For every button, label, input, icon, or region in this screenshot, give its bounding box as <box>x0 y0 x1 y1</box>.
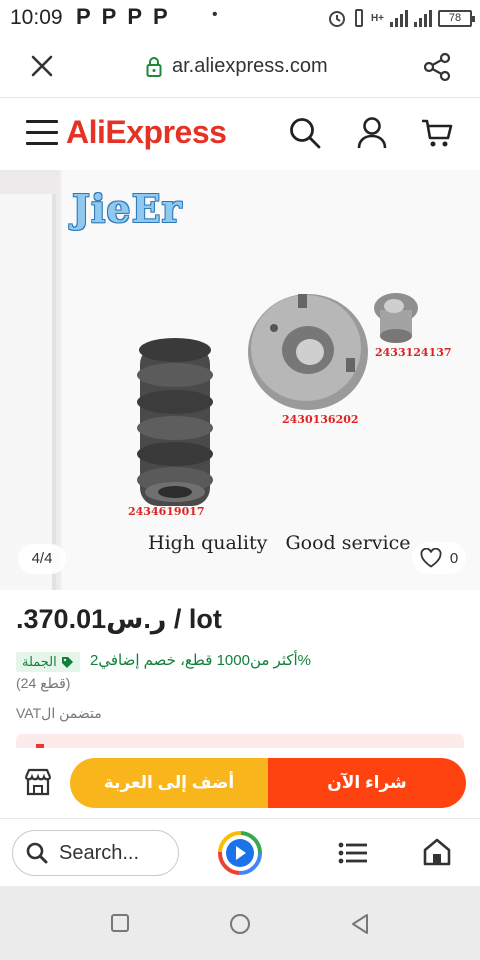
image-tagline: High quality Good service <box>148 532 411 554</box>
search-icon[interactable] <box>288 116 322 150</box>
url-bar: ar.aliexpress.com <box>0 36 480 98</box>
purchase-buttons: أضف إلى العربة شراء الآن <box>70 758 466 808</box>
bulk-discount-text: %أكثر من1000 قطع، خصم إضافي2 <box>90 652 312 669</box>
home-button-icon[interactable] <box>229 913 251 935</box>
search-label: Search... <box>59 841 140 864</box>
cart-icon[interactable] <box>420 116 454 150</box>
vat-note: VATمتضمن ال <box>16 705 102 721</box>
previous-slide[interactable] <box>0 170 60 590</box>
valve-part <box>374 293 418 343</box>
site-header: AliExpress <box>0 98 480 168</box>
signal-2-icon <box>414 9 432 27</box>
status-bar: 10:09 PPPP • H+ 78 <box>0 0 480 36</box>
product-price: .ر.س370.01 / lot <box>16 604 222 634</box>
search-icon <box>26 842 48 864</box>
recents-icon[interactable] <box>110 913 130 933</box>
heart-icon <box>420 548 442 568</box>
home-icon[interactable] <box>422 837 452 867</box>
store-icon[interactable] <box>22 766 54 798</box>
spring-part <box>137 338 213 506</box>
back-icon[interactable] <box>350 913 370 935</box>
browser-toolbar: Search... <box>0 818 480 886</box>
product-photo <box>137 293 418 506</box>
android-nav-bar <box>0 886 480 960</box>
coupon-banner-peek <box>16 734 464 748</box>
part-number-spring: 2434619017 <box>128 505 205 518</box>
favorite-button[interactable]: 0 <box>412 542 466 574</box>
add-to-cart-button[interactable]: أضف إلى العربة <box>70 758 268 808</box>
status-time: 10:09 <box>10 6 63 29</box>
vibrate-icon <box>354 9 363 27</box>
notification-icons: PPPP <box>76 4 179 29</box>
product-image[interactable] <box>62 170 480 590</box>
lock-icon <box>146 57 162 77</box>
signal-icon <box>390 9 408 27</box>
part-number-valve: 2433124137 <box>375 346 452 359</box>
network-type: H+ <box>370 12 384 24</box>
aliexpress-logo[interactable]: AliExpress <box>66 114 227 151</box>
close-icon[interactable] <box>28 52 56 80</box>
wholesale-badge: الجملة <box>16 652 80 672</box>
part-number-disc: 2430136202 <box>282 413 359 426</box>
buy-now-button[interactable]: شراء الآن <box>268 758 466 808</box>
browser-search-button[interactable]: Search... <box>12 830 179 876</box>
share-icon[interactable] <box>422 52 452 82</box>
pieces-per-lot: (قطع 24) <box>16 675 71 691</box>
list-icon[interactable] <box>338 842 368 864</box>
alarm-icon <box>328 11 345 27</box>
image-counter: 4/4 <box>18 544 66 574</box>
tag-icon <box>61 656 73 668</box>
brand-watermark: JieEr <box>72 186 183 231</box>
play-icon[interactable] <box>216 829 264 877</box>
favorites-count: 0 <box>449 549 459 567</box>
action-bar: أضف إلى العربة شراء الآن <box>0 748 480 818</box>
status-indicators: H+ 78 <box>327 8 475 28</box>
wholesale-label: الجملة <box>22 654 57 669</box>
battery-icon: 78 <box>438 9 475 27</box>
more-notifications-icon: • <box>212 6 218 23</box>
account-icon[interactable] <box>356 116 388 150</box>
product-gallery[interactable]: JieEr 2433124137 2430136202 2434619017 H… <box>0 170 480 590</box>
disc-part <box>248 294 368 410</box>
url-text[interactable]: ar.aliexpress.com <box>172 55 328 78</box>
menu-icon[interactable] <box>26 120 58 146</box>
